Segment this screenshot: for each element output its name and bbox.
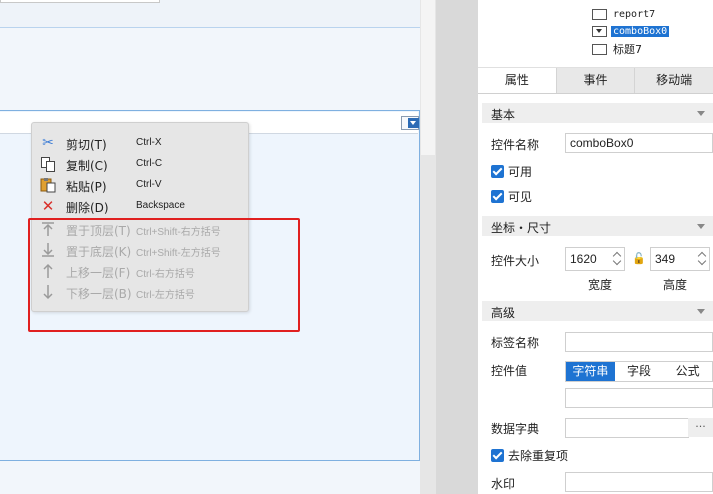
enabled-checkbox[interactable]: 可用 <box>491 163 532 180</box>
annotation-highlight-box <box>28 218 300 332</box>
watermark-label: 水印 <box>491 477 516 491</box>
watermark-input[interactable] <box>565 472 713 492</box>
tree-node-report7[interactable]: report7 <box>592 6 657 22</box>
width-stepper[interactable]: 1620 <box>565 247 625 271</box>
menu-item-cut[interactable]: ✂ 剪切(T) Ctrl-X <box>32 132 248 153</box>
chevron-down-icon <box>697 111 705 116</box>
section-advanced[interactable]: 高级 <box>482 301 713 321</box>
control-name-input[interactable]: comboBox0 <box>565 133 713 153</box>
canvas-bottom <box>0 461 420 494</box>
data-dictionary-more-button[interactable]: ··· <box>688 418 713 437</box>
value-type-field[interactable]: 字段 <box>615 362 664 381</box>
tag-name-input[interactable] <box>565 332 713 352</box>
canvas-scrollbar-thumb[interactable] <box>421 0 435 155</box>
lock-icon[interactable]: 🔓 <box>632 252 646 265</box>
chevron-down-icon[interactable] <box>613 258 622 267</box>
component-tree: report7 comboBox0 标题7 <box>478 0 713 68</box>
section-position-size[interactable]: 坐标・尺寸 <box>482 216 713 236</box>
value-type-selector: 字符串 字段 公式 <box>565 361 713 382</box>
report-icon <box>592 8 607 20</box>
delete-icon: ✕ <box>41 197 55 215</box>
menu-item-copy[interactable]: 复制(C) Ctrl-C <box>32 153 248 174</box>
data-dictionary-label: 数据字典 <box>491 422 540 436</box>
height-stepper[interactable]: 349 <box>650 247 710 271</box>
chevron-down-icon <box>408 118 419 128</box>
copy-icon <box>40 156 56 172</box>
dedupe-checkbox[interactable]: 去除重复项 <box>491 447 568 464</box>
data-dictionary-input[interactable] <box>565 418 689 438</box>
combobox-dropdown-button[interactable] <box>401 116 419 130</box>
chevron-down-icon[interactable] <box>698 258 707 267</box>
tab-events[interactable]: 事件 <box>557 68 636 93</box>
menu-item-paste[interactable]: 粘贴(P) Ctrl-V <box>32 174 248 195</box>
value-type-formula[interactable]: 公式 <box>663 362 712 381</box>
canvas-top-input[interactable] <box>0 0 160 3</box>
scissors-icon: ✂ <box>42 135 54 151</box>
tree-node-title7[interactable]: 标题7 <box>592 41 644 57</box>
chevron-down-icon <box>697 224 705 229</box>
panel-gutter <box>436 0 478 494</box>
value-type-string[interactable]: 字符串 <box>566 362 615 381</box>
chevron-down-icon <box>697 309 705 314</box>
tag-name-label: 标签名称 <box>491 336 540 350</box>
width-caption: 宽度 <box>588 278 613 292</box>
tree-node-combobox0[interactable]: comboBox0 <box>592 23 670 39</box>
tab-properties[interactable]: 属性 <box>478 68 557 93</box>
menu-item-delete[interactable]: ✕ 删除(D) Backspace <box>32 195 248 216</box>
combobox-icon <box>592 25 607 37</box>
label-icon <box>592 43 607 55</box>
canvas-top-strip <box>0 0 420 28</box>
height-caption: 高度 <box>663 278 688 292</box>
canvas-band <box>0 28 420 110</box>
control-name-label: 控件名称 <box>491 138 540 152</box>
section-basic[interactable]: 基本 <box>482 103 713 123</box>
checkbox-checked-icon <box>491 449 504 462</box>
visible-checkbox[interactable]: 可见 <box>491 188 532 205</box>
tab-mobile[interactable]: 移动端 <box>635 68 713 93</box>
control-size-label: 控件大小 <box>491 254 540 268</box>
control-value-label: 控件值 <box>491 364 528 378</box>
control-value-input[interactable] <box>565 388 713 408</box>
panel-tabs: 属性 事件 移动端 <box>478 68 713 94</box>
checkbox-checked-icon <box>491 165 504 178</box>
paste-icon <box>40 177 56 193</box>
properties-panel: report7 comboBox0 标题7 属性 事件 移动端 基本 控件名称 … <box>478 0 713 494</box>
checkbox-checked-icon <box>491 190 504 203</box>
